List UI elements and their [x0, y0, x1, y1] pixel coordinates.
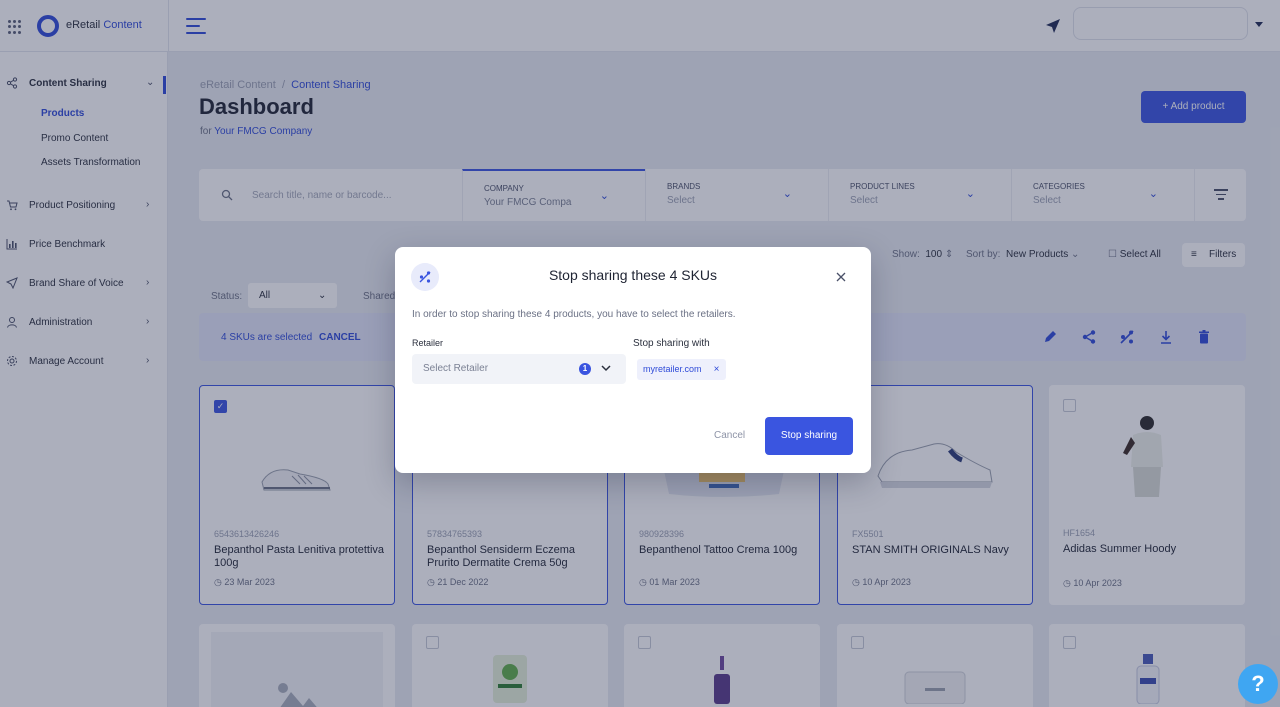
- retailer-chip: myretailer.com ×: [637, 359, 726, 380]
- stop-sharing-with-label: Stop sharing with: [633, 338, 710, 349]
- retailer-label: Retailer: [412, 338, 444, 348]
- stop-sharing-dialog: Stop sharing these 4 SKUs In order to st…: [395, 247, 871, 473]
- retailer-select[interactable]: Select Retailer 1: [412, 354, 626, 384]
- close-icon[interactable]: [835, 271, 847, 283]
- selected-count-badge: 1: [579, 363, 591, 375]
- cancel-button[interactable]: Cancel: [714, 430, 745, 441]
- chevron-down-icon: [601, 365, 611, 372]
- remove-chip-icon[interactable]: ×: [714, 359, 720, 380]
- stop-sharing-button[interactable]: Stop sharing: [765, 417, 853, 455]
- dialog-description: In order to stop sharing these 4 product…: [412, 309, 736, 320]
- help-button[interactable]: ?: [1238, 664, 1278, 704]
- dialog-title: Stop sharing these 4 SKUs: [548, 267, 718, 283]
